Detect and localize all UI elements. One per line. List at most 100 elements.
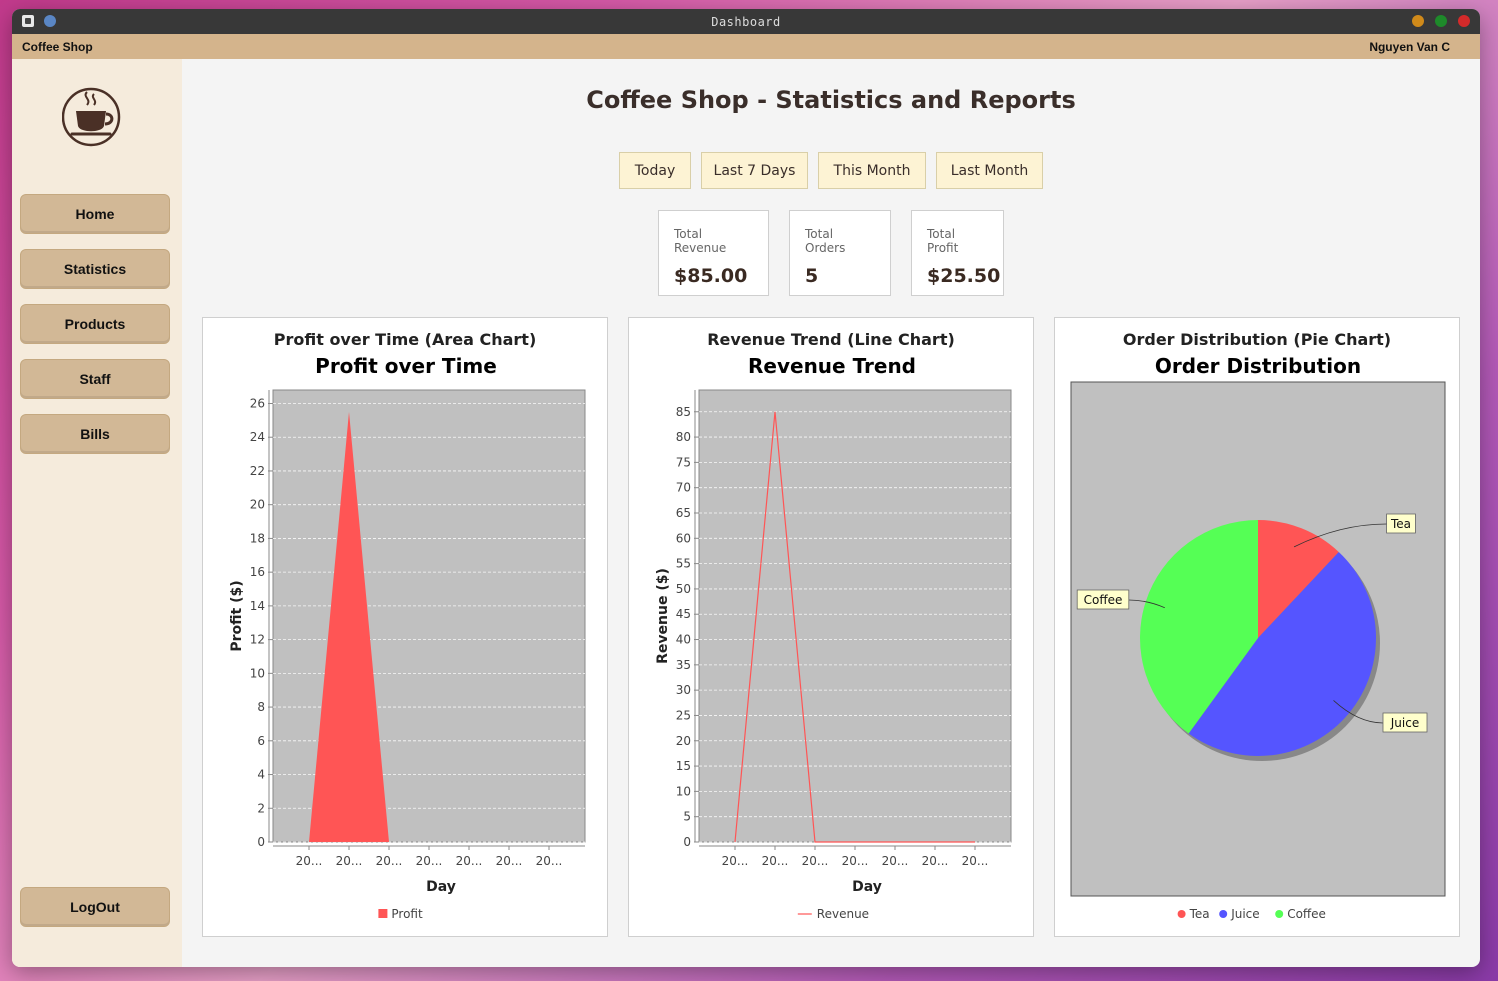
x-tick-label: 20...: [722, 854, 749, 868]
page-title: Coffee Shop - Statistics and Reports: [586, 86, 1076, 114]
pie-label-text: Coffee: [1084, 593, 1123, 607]
range-button-this-month[interactable]: This Month: [818, 152, 926, 189]
legend-label: Juice: [1230, 907, 1259, 921]
close-button[interactable]: [1458, 15, 1470, 27]
title-bar: Dashboard: [12, 9, 1480, 34]
y-tick-label: 0: [257, 835, 265, 849]
legend-label: Tea: [1189, 907, 1210, 921]
x-tick-label: 20...: [882, 854, 909, 868]
x-tick-label: 20...: [536, 854, 563, 868]
y-tick-label: 80: [676, 430, 691, 444]
y-tick-label: 20: [250, 498, 265, 512]
y-tick-label: 20: [676, 734, 691, 748]
y-tick-label: 24: [250, 430, 265, 444]
y-tick-label: 16: [250, 565, 265, 579]
order-pie-chart: Order Distribution Tea Juice Coffee Tea Juice…: [1070, 354, 1446, 921]
stat-label: Total Revenue: [674, 227, 727, 255]
y-tick-label: 22: [250, 464, 265, 478]
stat-label: Total Orders: [805, 227, 846, 255]
sidebar-item-home[interactable]: Home: [20, 194, 170, 234]
y-tick-label: 10: [250, 666, 265, 680]
range-button-last-month[interactable]: Last Month: [936, 152, 1043, 189]
y-tick-label: 30: [676, 683, 691, 697]
x-tick-label: 20...: [842, 854, 869, 868]
y-tick-label: 40: [676, 633, 691, 647]
x-tick-label: 20...: [802, 854, 829, 868]
maximize-button[interactable]: [1435, 15, 1447, 27]
y-tick-label: 35: [676, 658, 691, 672]
range-button-today[interactable]: Today: [619, 152, 691, 189]
profit-area-chart: Profit over Time024681012141618202224262…: [229, 354, 586, 921]
x-tick-label: 20...: [376, 854, 403, 868]
y-tick-label: 5: [683, 810, 691, 824]
x-tick-label: 20...: [762, 854, 789, 868]
legend-swatch: [1219, 910, 1228, 918]
legend-label: Profit: [391, 907, 423, 921]
x-tick-label: 20...: [962, 854, 989, 868]
y-tick-label: 45: [676, 607, 691, 621]
sidebar-item-statistics[interactable]: Statistics: [20, 249, 170, 289]
x-axis-label: Day: [852, 879, 882, 895]
legend-swatch: [378, 909, 388, 918]
y-tick-label: 25: [676, 708, 691, 722]
logout-button[interactable]: LogOut: [20, 887, 170, 927]
stat-card-revenue: Total Revenue $85.00: [658, 210, 769, 296]
y-tick-label: 65: [676, 506, 691, 520]
stat-value: 5: [805, 265, 819, 287]
order-chart-panel: Order Distribution (Pie Chart) Order Dis…: [1054, 317, 1460, 937]
pie-label-text: Tea: [1390, 517, 1411, 531]
y-axis-label: Revenue ($): [655, 568, 671, 664]
stat-value: $25.50: [927, 265, 1001, 287]
legend-swatch: [1177, 910, 1186, 918]
sidebar-item-products[interactable]: Products: [20, 304, 170, 344]
app-icon: [22, 15, 34, 27]
y-tick-label: 60: [676, 531, 691, 545]
stat-label: Total Profit: [927, 227, 959, 255]
window-menu-icon[interactable]: [44, 15, 56, 27]
revenue-chart-panel: Revenue Trend (Line Chart) Revenue Trend…: [628, 317, 1034, 937]
window-title: Dashboard: [711, 14, 781, 29]
y-tick-label: 55: [676, 557, 691, 571]
y-tick-label: 85: [676, 405, 691, 419]
x-tick-label: 20...: [296, 854, 323, 868]
x-tick-label: 20...: [336, 854, 363, 868]
sidebar: Home Statistics Products Staff Bills Log…: [12, 59, 182, 967]
user-name: Nguyen Van C: [1369, 39, 1450, 54]
coffee-cup-logo-icon: [62, 87, 121, 147]
plot-area: [698, 389, 1012, 843]
chart-title: Profit over Time: [315, 354, 497, 378]
revenue-line-chart: Revenue Trend 0 5 10 15 20 25 30 35 40 45 50 55 60 65 7…: [655, 354, 1012, 921]
pie-label-text: Juice: [1390, 716, 1419, 730]
sidebar-item-staff[interactable]: Staff: [20, 359, 170, 399]
stat-card-orders: Total Orders 5: [789, 210, 891, 296]
y-tick-label: 8: [257, 700, 265, 714]
y-tick-label: 75: [676, 455, 691, 469]
sidebar-item-bills[interactable]: Bills: [20, 414, 170, 454]
y-tick-label: 6: [257, 734, 265, 748]
y-tick-label: 10: [676, 784, 691, 798]
y-axis-label: Profit ($): [229, 580, 245, 651]
x-tick-label: 20...: [416, 854, 443, 868]
y-tick-label: 50: [676, 582, 691, 596]
chart-title: Order Distribution: [1155, 354, 1361, 378]
app-name: Coffee Shop: [22, 39, 93, 54]
chart-title: Revenue Trend: [748, 354, 916, 378]
y-tick-label: 70: [676, 481, 691, 495]
stat-card-profit: Total Profit $25.50: [911, 210, 1004, 296]
y-tick-label: 26: [250, 396, 265, 410]
y-tick-label: 2: [257, 801, 265, 815]
x-tick-label: 20...: [922, 854, 949, 868]
app-window: Dashboard Coffee Shop Nguyen Van C Home …: [12, 9, 1480, 967]
x-tick-label: 20...: [456, 854, 483, 868]
range-button-last-7-days[interactable]: Last 7 Days: [701, 152, 808, 189]
legend-label: Revenue: [817, 907, 869, 921]
minimize-button[interactable]: [1412, 15, 1424, 27]
main-content: Coffee Shop - Statistics and Reports Tod…: [182, 59, 1480, 967]
y-tick-label: 18: [250, 531, 265, 545]
y-tick-label: 12: [250, 633, 265, 647]
stat-value: $85.00: [674, 265, 748, 287]
x-axis-label: Day: [426, 879, 456, 895]
y-tick-label: 0: [683, 835, 691, 849]
y-tick-label: 14: [250, 599, 265, 613]
y-tick-label: 4: [257, 768, 265, 782]
